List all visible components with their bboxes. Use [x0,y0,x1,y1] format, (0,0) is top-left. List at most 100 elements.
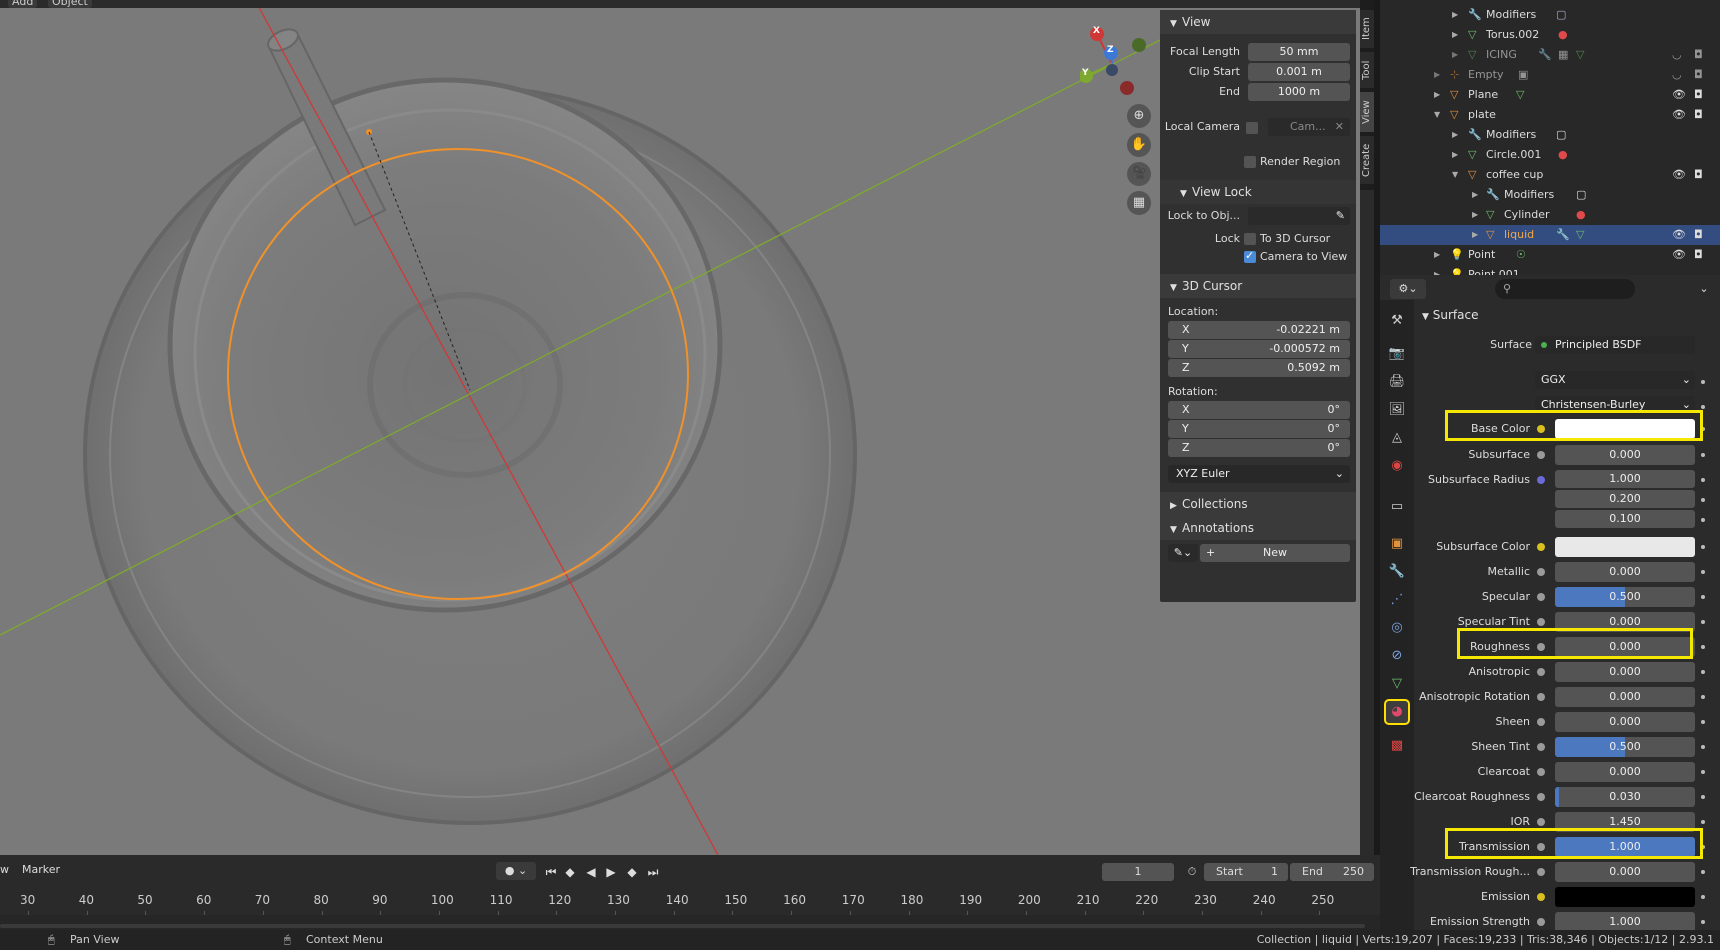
focal-length-field[interactable]: 50 mm [1248,43,1350,61]
view-layer-tab-icon[interactable]: 🖼 [1386,399,1408,421]
value-slider[interactable]: 0.100 [1555,510,1695,528]
cursor-location-z[interactable]: Z 0.5092 m [1168,359,1350,377]
value-slider[interactable]: 0.000 [1555,762,1695,782]
clip-end-field[interactable]: 1000 m [1248,83,1350,101]
socket-icon[interactable] [1537,668,1545,676]
outliner-row[interactable]: ▶ 🔧 Modifiers ▢ [1380,185,1720,205]
socket-icon[interactable] [1537,543,1545,551]
stopwatch-icon[interactable]: ⏱ [1183,863,1201,881]
socket-icon[interactable] [1537,818,1545,826]
lock-to-obj-field[interactable]: ✎ [1248,207,1350,225]
tab-view[interactable]: View [1360,92,1374,132]
keyframe-dot[interactable] [1701,820,1705,824]
socket-icon[interactable] [1537,893,1545,901]
keyframe-dot[interactable] [1701,795,1705,799]
options-chevron-icon[interactable]: ⌄ [1694,279,1714,299]
tab-item[interactable]: Item [1360,10,1374,48]
cursor-rotation-y[interactable]: Y 0° [1168,420,1350,438]
outliner-row[interactable]: ▶ ▽ ICING 🔧 ▦ ▽ ◡ ◘ [1380,45,1720,65]
value-slider[interactable]: 0.000 [1555,712,1695,732]
3d-cursor-header[interactable]: ▼ 3D Cursor [1160,274,1356,298]
search-input[interactable]: ⚲ [1495,279,1635,299]
socket-icon[interactable] [1537,743,1545,751]
outliner-row[interactable]: ▶ ▽ Plane ▽ 👁 ◘ [1380,85,1720,105]
clear-icon[interactable]: ✕ [1335,118,1344,136]
socket-icon[interactable] [1537,568,1545,576]
socket-icon[interactable] [1537,618,1545,626]
outliner-row[interactable]: ▶ ▽ Circle.001 ● [1380,145,1720,165]
socket-icon[interactable] [1537,868,1545,876]
socket-icon[interactable] [1537,918,1545,926]
keyframe-dot[interactable] [1701,570,1705,574]
new-annotation-button[interactable]: + New [1200,544,1350,562]
keyframe-dot[interactable] [1701,453,1705,457]
outliner-row[interactable]: ▶ 🔧 Modifiers ▢ [1380,5,1720,25]
keyframe-dot[interactable] [1701,695,1705,699]
local-camera-field[interactable]: Cam... ✕ [1268,118,1350,136]
zoom-icon[interactable]: ⊕ [1127,104,1151,128]
end-frame-field[interactable]: End 250 [1290,863,1374,881]
color-swatch[interactable] [1555,537,1695,557]
next-keyframe-icon[interactable]: ◆ [624,864,640,880]
value-slider[interactable]: 1.000 [1555,470,1695,488]
camera-to-view-checkbox[interactable] [1244,249,1256,263]
keyframe-dot[interactable] [1701,745,1705,749]
outliner-row[interactable]: ▶ ⊹ Empty ▣ ◡ ◘ [1380,65,1720,85]
collections-header[interactable]: ▶ Collections [1160,492,1356,516]
keyframe-dot[interactable] [1701,545,1705,549]
current-frame-field[interactable]: 1 [1102,863,1174,881]
outliner-row[interactable]: ▶ 💡 Point.001 [1380,265,1720,275]
socket-icon[interactable] [1537,768,1545,776]
hand-pan-icon[interactable]: ✋ [1127,133,1151,157]
keyframe-dot[interactable] [1701,645,1705,649]
collection-tab-icon[interactable]: ▭ [1386,496,1408,518]
value-slider[interactable]: 0.500 [1555,737,1695,757]
3d-viewport[interactable]: Add Object X Z Y ⊕ ✋ 🎥 ▦ ▼ View Focal Len… [0,0,1360,855]
jump-start-icon[interactable]: ⏮ [543,864,559,880]
outliner-row-selected[interactable]: ▶ ▽ liquid 🔧 ▽ 👁 ◘ [1380,225,1720,245]
outliner-row[interactable]: ▶ 🔧 Modifiers ▢ [1380,125,1720,145]
value-slider[interactable]: 0.000 [1555,662,1695,682]
keyframe-dot[interactable] [1701,518,1705,522]
socket-icon[interactable] [1537,693,1545,701]
view-lock-header[interactable]: ▼ View Lock [1160,180,1356,204]
play-icon[interactable]: ▶ [603,864,619,880]
value-slider[interactable]: 0.000 [1555,562,1695,582]
socket-icon[interactable] [1537,593,1545,601]
local-camera-checkbox[interactable] [1246,122,1258,134]
annotation-tool-icon[interactable]: ✎⌄ [1168,544,1198,562]
tool-tab-icon[interactable]: ⚒ [1386,310,1408,332]
editor-type-icon[interactable]: ⚙⌄ [1390,279,1426,299]
rotation-mode-dropdown[interactable]: XYZ Euler ⌄ [1168,465,1350,483]
keyframe-dot[interactable] [1701,620,1705,624]
cursor-location-y[interactable]: Y -0.000572 m [1168,340,1350,358]
value-slider[interactable]: 0.030 [1555,787,1695,807]
object-menu[interactable]: Object [48,0,92,8]
cursor-location-x[interactable]: X -0.02221 m [1168,321,1350,339]
value-slider[interactable]: 0.000 [1555,862,1695,882]
socket-icon[interactable] [1537,476,1545,484]
socket-icon[interactable] [1537,793,1545,801]
outliner-row[interactable]: ▶ 💡 Point ☉ 👁 ◘ [1380,245,1720,265]
render-region-checkbox[interactable] [1244,156,1256,168]
value-slider[interactable]: 0.000 [1555,687,1695,707]
surface-shader-field[interactable]: Principled BSDF [1535,336,1695,354]
socket-icon[interactable] [1537,451,1545,459]
output-tab-icon[interactable]: 🖨 [1386,371,1408,393]
surface-panel-header[interactable]: ▼ Surface [1418,304,1720,326]
cursor-rotation-z[interactable]: Z 0° [1168,439,1350,457]
keyframe-dot[interactable] [1701,720,1705,724]
keyframe-dot[interactable] [1701,380,1705,384]
value-slider[interactable]: 0.200 [1555,490,1695,508]
tab-create[interactable]: Create [1360,136,1374,184]
outliner-row[interactable]: ▼ ▽ coffee cup 👁 ◘ [1380,165,1720,185]
outliner-row[interactable]: ▶ ▽ Torus.002 ● [1380,25,1720,45]
color-swatch[interactable] [1555,887,1695,907]
keyframe-dot[interactable] [1701,920,1705,924]
start-frame-field[interactable]: Start 1 [1204,863,1288,881]
timeline-scrollbar[interactable] [0,924,1365,928]
keyframe-dot[interactable] [1701,770,1705,774]
socket-icon[interactable] [1537,718,1545,726]
camera-view-icon[interactable]: 🎥 [1127,162,1151,186]
keyframe-dot[interactable] [1701,478,1705,482]
